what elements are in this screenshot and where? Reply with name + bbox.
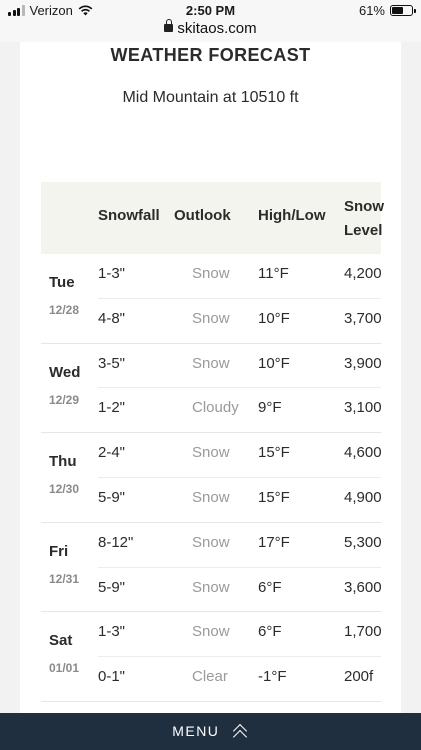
table-row: 4-8" Snow 10°F 3,700: [98, 299, 382, 344]
chevron-double-up-icon: [231, 723, 249, 745]
menu-button[interactable]: MENU: [0, 722, 421, 745]
outlook-cell: Snow: [192, 578, 230, 596]
outlook-cell: Snow: [192, 309, 230, 327]
snow-level-cell: 3,900: [344, 354, 382, 372]
status-bar: Verizon 2:50 PM 61%: [0, 0, 421, 22]
battery-percent: 61%: [358, 3, 385, 18]
day-date: 12/31: [49, 571, 80, 586]
header-snowfall: Snowfall: [98, 207, 160, 224]
table-row: 1-3" Snow 6°F 1,700: [98, 612, 382, 658]
high-low-cell: 6°F: [258, 623, 282, 641]
menu-bar[interactable]: MENU: [0, 713, 421, 750]
header-snow-level-line1: Snow: [344, 198, 384, 215]
url-bar[interactable]: skitaos.com: [0, 19, 421, 42]
high-low-cell: 17°F: [258, 533, 290, 551]
outlook-cell: Snow: [192, 488, 230, 506]
menu-label: MENU: [172, 723, 220, 739]
snowfall-cell: 4-8": [98, 309, 126, 327]
table-row: 0-1" Clear -1°F 200f: [98, 657, 381, 702]
table-row: 3-5" Snow 10°F 3,900: [98, 344, 382, 389]
day-name: Fri: [49, 542, 69, 560]
high-low-cell: 6°F: [258, 578, 282, 596]
outlook-cell: Cloudy: [192, 399, 239, 417]
status-right: 61%: [358, 3, 416, 18]
outlook-cell: Snow: [192, 354, 230, 372]
snow-level-cell: 4,200: [344, 265, 382, 282]
header-high-low: High/Low: [258, 207, 326, 224]
day-name: Sat: [49, 632, 73, 650]
snowfall-cell: 2-4": [98, 444, 126, 462]
snow-level-cell: 3,700: [344, 309, 382, 327]
battery-fill: [392, 7, 404, 14]
high-low-cell: 15°F: [258, 488, 290, 506]
header-snow-level-line2: Level: [344, 222, 383, 239]
day-date: 12/29: [49, 392, 80, 407]
page-title: WEATHER FORECAST: [110, 45, 311, 65]
high-low-cell: 11°F: [258, 265, 289, 282]
snowfall-cell: 0-1": [98, 668, 126, 686]
day-group: Thu 12/30 2-4" Snow 15°F 4,600 5-9" Snow…: [41, 433, 382, 523]
header-outlook: Outlook: [174, 207, 231, 224]
outlook-cell: Snow: [192, 265, 230, 282]
snowfall-cell: 1-3": [98, 623, 126, 641]
url-domain: skitaos.com: [177, 20, 257, 37]
snow-level-cell: 5,300: [344, 533, 382, 551]
snowfall-cell: 1-2": [98, 399, 126, 417]
table-body: Tue 12/28 1-3" Snow 11°F 4,200 4-8" Snow…: [41, 254, 382, 702]
outlook-cell: Clear: [192, 668, 228, 686]
snowfall-cell: 5-9": [98, 488, 126, 506]
location-subtitle: Mid Mountain at 10510 ft: [122, 89, 299, 106]
lock-icon: [164, 19, 174, 32]
status-time: 2:50 PM: [185, 3, 236, 18]
snow-level-cell: 3,100: [344, 399, 382, 417]
snow-level-cell: 3,600: [344, 578, 382, 596]
table-row: 5-9" Snow 6°F 3,600: [98, 568, 382, 613]
day-group: Tue 12/28 1-3" Snow 11°F 4,200 4-8" Snow…: [41, 254, 382, 344]
header-snow-level: Snow Level: [344, 195, 384, 243]
outlook-cell: Snow: [192, 533, 230, 551]
day-group: Sat 01/01 1-3" Snow 6°F 1,700 0-1" Clear…: [41, 612, 382, 702]
day-group: Wed 12/29 3-5" Snow 10°F 3,900 1-2" Clou…: [41, 344, 382, 434]
day-name: Wed: [49, 363, 81, 381]
table-row: 1-2" Cloudy 9°F 3,100: [98, 388, 382, 433]
table-header: Snowfall Outlook High/Low Snow Level: [41, 182, 384, 254]
table-row: 5-9" Snow 15°F 4,900: [98, 478, 382, 523]
outlook-cell: Snow: [192, 444, 230, 462]
high-low-cell: 9°F: [258, 399, 282, 417]
high-low-cell: -1°F: [258, 668, 287, 686]
table-row: 1-3" Snow 11°F 4,200: [98, 254, 382, 299]
outlook-cell: Snow: [192, 623, 230, 641]
day-date: 01/01: [49, 661, 80, 676]
high-low-cell: 15°F: [258, 444, 290, 462]
snow-level-cell: 200f: [344, 668, 374, 686]
battery-icon: [390, 5, 416, 16]
high-low-cell: 10°F: [258, 309, 290, 327]
forecast-page: WEATHER FORECAST Mid Mountain at 10510 f…: [20, 42, 401, 717]
day-name: Tue: [49, 274, 75, 291]
day-date: 12/28: [49, 303, 80, 317]
snowfall-cell: 3-5": [98, 354, 126, 372]
high-low-cell: 10°F: [258, 354, 290, 372]
snowfall-cell: 8-12": [98, 533, 134, 551]
day-name: Thu: [49, 453, 77, 471]
snowfall-cell: 1-3": [98, 265, 126, 282]
snowfall-cell: 5-9": [98, 578, 126, 596]
forecast-table: Snowfall Outlook High/Low Snow Level Tue …: [41, 182, 384, 702]
snow-level-cell: 4,900: [344, 488, 382, 506]
day-group: Fri 12/31 8-12" Snow 17°F 5,300 5-9" Sno…: [41, 523, 382, 613]
table-row: 2-4" Snow 15°F 4,600: [98, 433, 382, 478]
snow-level-cell: 4,600: [344, 444, 382, 462]
snow-level-cell: 1,700: [344, 623, 382, 641]
day-date: 12/30: [49, 482, 80, 497]
table-row: 8-12" Snow 17°F 5,300: [98, 523, 382, 568]
